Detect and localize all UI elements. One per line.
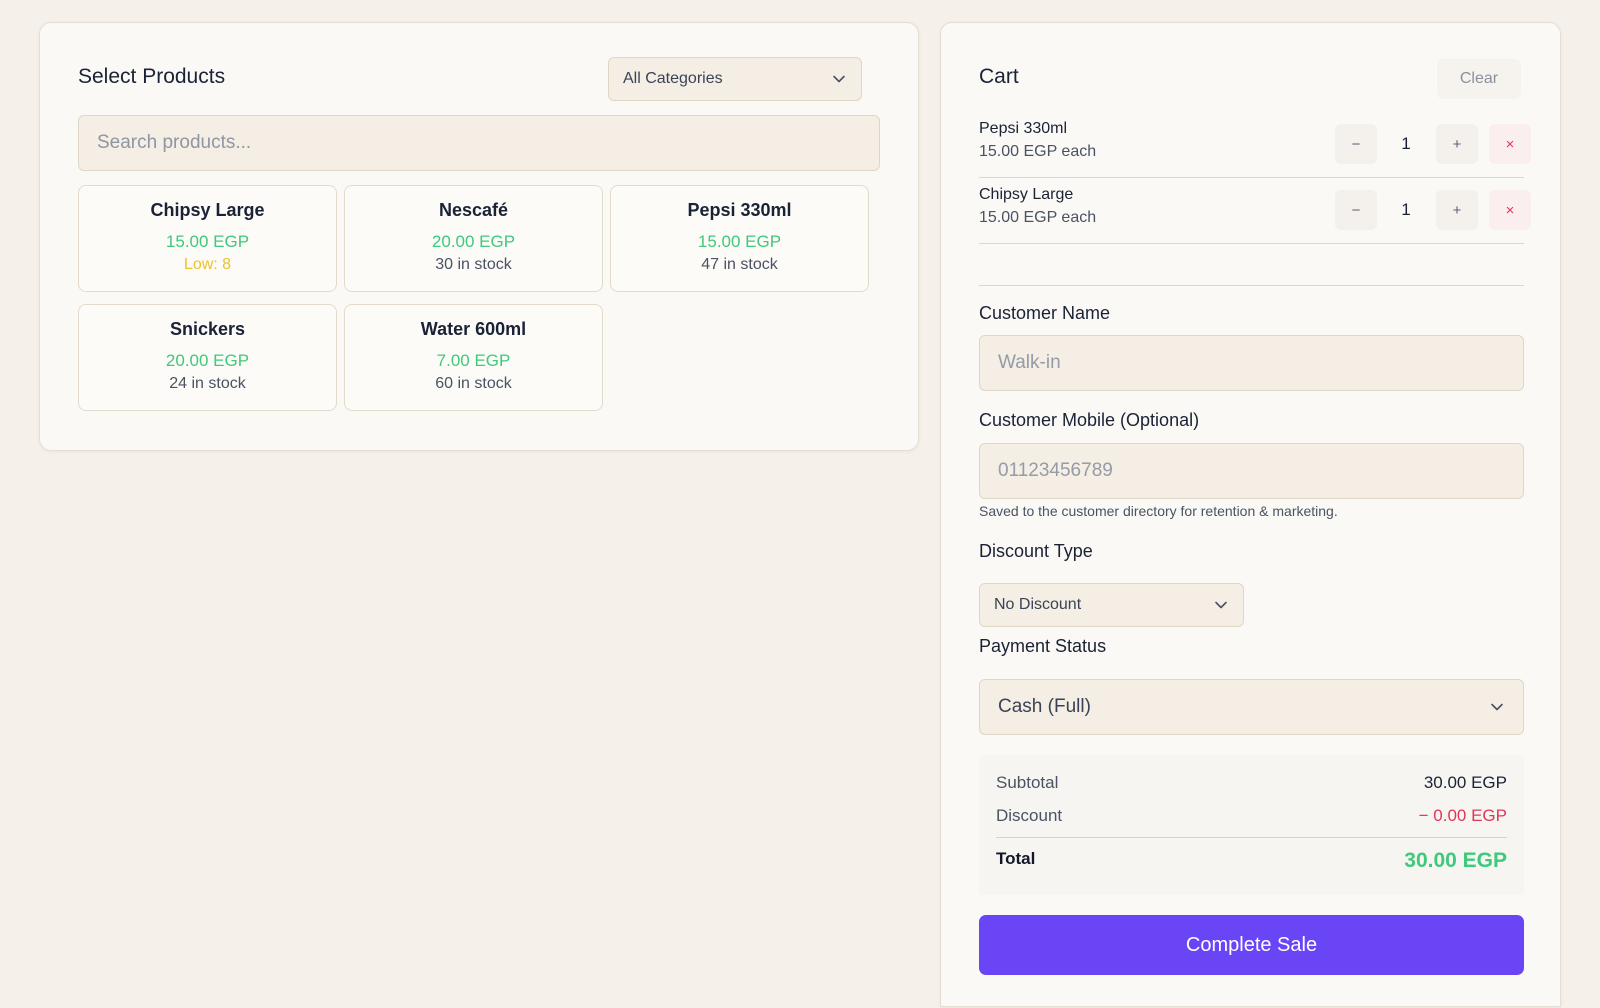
product-card-chipsy-large[interactable]: Chipsy Large 15.00 EGP Low: 8 (78, 185, 337, 292)
payment-status-select[interactable]: Cash (Full) (979, 679, 1524, 735)
summary-divider (996, 837, 1507, 838)
customer-mobile-input[interactable] (979, 443, 1524, 499)
customer-name-input[interactable] (979, 335, 1524, 391)
products-panel-title: Select Products (78, 65, 226, 88)
total-label: Total (996, 849, 1036, 868)
complete-sale-button[interactable]: Complete Sale (979, 915, 1524, 975)
order-summary: Subtotal 30.00 EGP Discount − 0.00 EGP T… (979, 755, 1524, 895)
product-price: 20.00 EGP (165, 351, 250, 370)
decrement-button[interactable]: − (1335, 124, 1377, 164)
remove-item-button[interactable]: × (1489, 190, 1531, 230)
subtotal-row: Subtotal 30.00 EGP (996, 773, 1507, 795)
product-card-nescafe[interactable]: Nescafé 20.00 EGP 30 in stock (344, 185, 603, 292)
increment-button[interactable]: + (1436, 190, 1478, 230)
products-panel: Select Products All Categories Chipsy La… (39, 22, 919, 451)
product-name: Nescafé (438, 200, 509, 220)
product-stock: 60 in stock (435, 375, 512, 392)
category-select-value: All Categories (623, 70, 723, 87)
decrement-button[interactable]: − (1335, 190, 1377, 230)
cart-item-pepsi-330ml: Pepsi 330ml 15.00 EGP each − 1 + × (979, 112, 1531, 178)
product-name: Chipsy Large (150, 200, 265, 220)
product-name: Water 600ml (420, 319, 527, 339)
product-card-snickers[interactable]: Snickers 20.00 EGP 24 in stock (78, 304, 337, 411)
payment-status-value: Cash (Full) (998, 696, 1091, 717)
chevron-down-icon (833, 75, 845, 83)
cart-item-name: Chipsy Large (979, 186, 1074, 203)
discount-value: − 0.00 EGP (1418, 806, 1507, 825)
chevron-down-icon (1491, 703, 1503, 711)
cart-divider (979, 285, 1524, 286)
product-stock: 24 in stock (169, 375, 246, 392)
cart-item-chipsy-large: Chipsy Large 15.00 EGP each − 1 + × (979, 178, 1531, 244)
cart-title: Cart (979, 65, 1019, 88)
discount-label: Discount (996, 806, 1063, 825)
discount-type-value: No Discount (994, 596, 1082, 613)
remove-item-button[interactable]: × (1489, 124, 1531, 164)
product-card-water-600ml[interactable]: Water 600ml 7.00 EGP 60 in stock (344, 304, 603, 411)
discount-type-label: Discount Type (979, 541, 1093, 561)
clear-cart-button[interactable]: Clear (1437, 59, 1521, 99)
cart-item-name: Pepsi 330ml (979, 120, 1068, 137)
subtotal-value: 30.00 EGP (1423, 773, 1507, 792)
customer-mobile-label: Customer Mobile (Optional) (979, 410, 1200, 430)
search-input[interactable] (78, 115, 880, 171)
cart-item-unit-price: 15.00 EGP each (979, 143, 1097, 160)
category-select[interactable]: All Categories (608, 57, 862, 101)
product-stock: 30 in stock (435, 256, 512, 273)
product-name: Pepsi 330ml (687, 200, 792, 220)
product-name: Snickers (169, 319, 246, 339)
increment-button[interactable]: + (1436, 124, 1478, 164)
customer-name-label: Customer Name (979, 303, 1111, 323)
total-row: Total 30.00 EGP (996, 849, 1507, 875)
product-price: 15.00 EGP (697, 232, 782, 251)
discount-row: Discount − 0.00 EGP (996, 806, 1507, 828)
chevron-down-icon (1215, 601, 1227, 609)
payment-status-label: Payment Status (979, 636, 1107, 656)
product-card-pepsi-330ml[interactable]: Pepsi 330ml 15.00 EGP 47 in stock (610, 185, 869, 292)
product-price: 7.00 EGP (436, 351, 511, 370)
cart-item-unit-price: 15.00 EGP each (979, 209, 1097, 226)
product-price: 15.00 EGP (165, 232, 250, 251)
product-price: 20.00 EGP (431, 232, 516, 251)
cart-panel: Cart Clear Pepsi 330ml 15.00 EGP each − … (940, 22, 1561, 1007)
quantity-value: 1 (1401, 200, 1411, 219)
product-stock-low: Low: 8 (183, 256, 232, 273)
subtotal-label: Subtotal (996, 773, 1059, 792)
total-value: 30.00 EGP (1404, 849, 1507, 872)
product-stock: 47 in stock (701, 256, 778, 273)
customer-mobile-hint: Saved to the customer directory for rete… (979, 503, 1338, 519)
discount-type-select[interactable]: No Discount (979, 583, 1244, 627)
quantity-value: 1 (1401, 134, 1411, 153)
